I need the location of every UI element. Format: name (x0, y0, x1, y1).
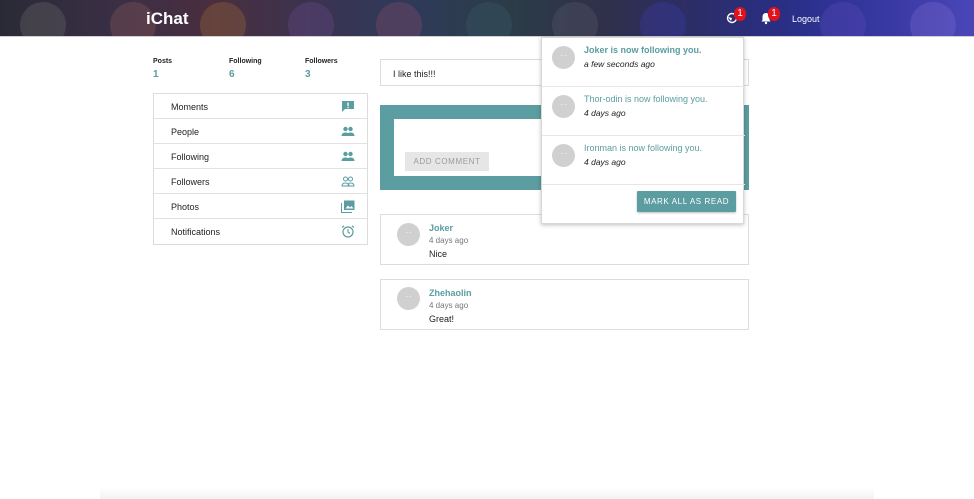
stat-posts-label: Posts (153, 58, 173, 65)
bell-badge: 1 (768, 7, 780, 21)
feedback-icon (342, 101, 354, 112)
comment-item: Zhehaolin 4 days ago Great! (380, 279, 749, 330)
page-bottom-shadow (100, 488, 874, 499)
avatar[interactable] (397, 223, 420, 246)
notification-time: 4 days ago (584, 157, 626, 167)
stat-followers-label: Followers (305, 58, 338, 65)
sidebar-item-label: Following (171, 152, 210, 162)
brand-logo[interactable]: iChat (146, 9, 189, 29)
sidebar-item-photos[interactable]: Photos (154, 194, 367, 219)
sidebar-item-label: People (171, 127, 200, 137)
sidebar-item-notifications[interactable]: Notifications (154, 219, 367, 244)
avatar[interactable] (397, 287, 420, 310)
stat-following-label: Following (229, 58, 262, 65)
notification-item[interactable]: Joker is now following you. a few second… (542, 38, 745, 87)
people-outline-icon (341, 176, 355, 187)
comment-time: 4 days ago (429, 236, 469, 245)
comment-time: 4 days ago (429, 301, 469, 310)
header-decoration (552, 2, 598, 36)
sidebar-item-label: Moments (171, 102, 209, 112)
stat-following-value[interactable]: 6 (229, 69, 235, 80)
header-decoration (376, 2, 422, 36)
header-decoration (640, 2, 686, 36)
add-comment-button[interactable]: ADD COMMENT (405, 152, 489, 171)
people-icon (341, 126, 355, 136)
header-decoration (910, 2, 956, 36)
avatar (552, 144, 575, 167)
globe-badge: 1 (734, 7, 746, 21)
header-decoration (288, 2, 334, 36)
top-app-bar: iChat 1 1 Logout (0, 0, 974, 37)
sidebar-item-label: Notifications (171, 227, 221, 237)
notification-text: Thor-odin is now following you. (584, 94, 708, 104)
sidebar-item-followers[interactable]: Followers (154, 169, 367, 194)
header-decoration (466, 2, 512, 36)
people-icon (341, 151, 355, 161)
sidebar-item-moments[interactable]: Moments (154, 94, 367, 119)
alarm-icon (341, 225, 355, 238)
avatar (552, 46, 575, 69)
comment-author[interactable]: Zhehaolin (429, 288, 472, 298)
post-text: I like this!!! (393, 69, 436, 79)
logout-link[interactable]: Logout (792, 14, 820, 24)
photos-icon (341, 200, 355, 213)
comment-text: Nice (429, 249, 448, 259)
header-decoration (820, 2, 866, 36)
header-decoration (200, 2, 246, 36)
stat-followers-value[interactable]: 3 (305, 69, 311, 80)
sidebar-item-label: Photos (171, 202, 200, 212)
notification-item[interactable]: Thor-odin is now following you. 4 days a… (542, 87, 745, 136)
sidebar-item-people[interactable]: People (154, 119, 367, 144)
sidebar-item-label: Followers (171, 177, 210, 187)
comment-text: Great! (429, 314, 455, 324)
notification-text: Ironman is now following you. (584, 143, 703, 153)
mark-all-read-button[interactable]: MARK ALL AS READ (637, 191, 736, 212)
notification-text: Joker is now following you. (584, 45, 702, 55)
sidebar-item-following[interactable]: Following (154, 144, 367, 169)
stat-posts-value[interactable]: 1 (153, 69, 159, 80)
notification-time: 4 days ago (584, 108, 626, 118)
notification-item[interactable]: Ironman is now following you. 4 days ago (542, 136, 745, 185)
notification-time: a few seconds ago (584, 59, 655, 69)
avatar (552, 95, 575, 118)
comment-author[interactable]: Joker (429, 223, 453, 233)
notifications-dropdown: Joker is now following you. a few second… (541, 37, 745, 224)
sidebar-menu: Moments People Following Followers Photo… (153, 93, 368, 245)
header-decoration (20, 2, 66, 36)
